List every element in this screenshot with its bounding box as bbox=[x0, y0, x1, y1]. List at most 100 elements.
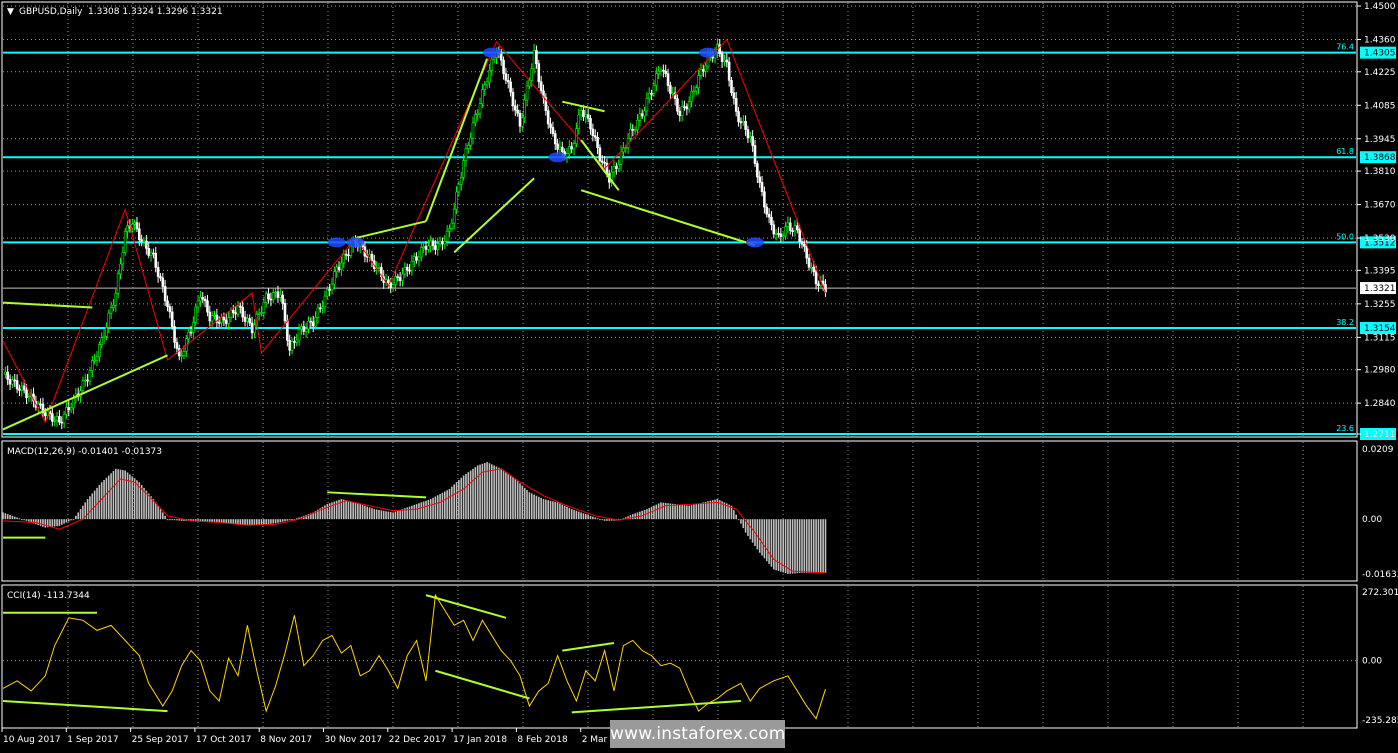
candle-body bbox=[217, 322, 221, 324]
candle-body bbox=[269, 298, 273, 301]
macd-histogram-bar bbox=[413, 504, 416, 520]
candle-body bbox=[523, 99, 527, 119]
candle-body bbox=[119, 263, 122, 275]
chart-canvas[interactable]: 76.41.430561.81.386850.01.351238.21.3154… bbox=[0, 0, 1398, 749]
macd-histogram-bar bbox=[434, 496, 437, 520]
macd-histogram-bar bbox=[35, 519, 37, 525]
candle-body bbox=[788, 222, 792, 231]
candle-body bbox=[302, 326, 306, 332]
candle-body bbox=[408, 269, 411, 272]
macd-histogram-bar bbox=[60, 519, 63, 525]
macd-histogram-bar bbox=[657, 503, 660, 520]
macd-histogram-bar bbox=[432, 497, 434, 520]
macd-histogram-bar bbox=[157, 505, 159, 520]
menu-triangle-icon[interactable]: ▼ bbox=[7, 7, 14, 17]
macd-histogram-bar bbox=[86, 499, 89, 520]
candle-body bbox=[243, 316, 247, 322]
candle-body bbox=[591, 128, 595, 136]
candle-body bbox=[337, 266, 341, 270]
candle-body bbox=[347, 254, 350, 257]
candle-body bbox=[112, 304, 115, 308]
candle-body bbox=[145, 240, 148, 249]
macd-histogram-bar bbox=[812, 519, 815, 573]
candle-body bbox=[652, 84, 656, 94]
macd-histogram-bar bbox=[152, 499, 155, 520]
chart-window[interactable]: 76.4 1.4305 61.8 1.3868 50.0 1.3512 38.2 1.3154… bbox=[0, 0, 1398, 749]
macd-histogram-bar bbox=[810, 519, 813, 573]
macd-histogram-bar bbox=[77, 512, 79, 520]
candle-body bbox=[250, 322, 254, 334]
candle-body bbox=[701, 69, 705, 72]
macd-histogram-bar bbox=[107, 475, 110, 520]
candle-body bbox=[271, 292, 275, 301]
macd-histogram-bar bbox=[512, 477, 514, 520]
macd-histogram-bar bbox=[594, 517, 596, 520]
candle-body bbox=[690, 91, 693, 102]
macd-histogram-bar bbox=[328, 503, 331, 520]
candle-body bbox=[462, 160, 465, 178]
macd-histogram-bar bbox=[660, 502, 662, 520]
x-tick-label: 1 Sep 2017 bbox=[67, 735, 118, 745]
macd-histogram-bar bbox=[364, 505, 366, 520]
candle-body bbox=[441, 241, 444, 245]
macd-histogram-bar bbox=[683, 505, 686, 520]
candle-body bbox=[502, 59, 505, 75]
macd-histogram-bar bbox=[765, 519, 768, 562]
level-touch-marker bbox=[548, 152, 567, 163]
candle-body bbox=[116, 273, 120, 294]
candle-body bbox=[412, 256, 416, 262]
macd-histogram-bar bbox=[122, 470, 124, 520]
candle-body bbox=[53, 420, 57, 422]
candle-body bbox=[20, 385, 24, 391]
candle-body bbox=[229, 310, 233, 319]
macd-histogram-bar bbox=[679, 504, 681, 520]
candle-body bbox=[100, 337, 103, 345]
fib-ratio-label: 50.0 bbox=[1336, 232, 1354, 241]
candle-body bbox=[318, 307, 322, 310]
macd-histogram-bar bbox=[9, 514, 11, 520]
candle-body bbox=[662, 69, 665, 72]
macd-histogram-bar bbox=[357, 503, 359, 520]
candle-body bbox=[328, 289, 331, 291]
macd-histogram-bar bbox=[420, 502, 423, 520]
candle-body bbox=[403, 266, 407, 275]
candle-body bbox=[774, 233, 778, 235]
cci-y-tick-label: 0.00 bbox=[1362, 657, 1382, 667]
candle-body bbox=[300, 326, 303, 330]
macd-histogram-bar bbox=[173, 519, 176, 521]
candle-body bbox=[779, 233, 783, 237]
candle-body bbox=[424, 246, 428, 250]
candle-body bbox=[166, 300, 169, 307]
candle-body bbox=[25, 389, 28, 399]
y-tick-label: 1.3810 bbox=[1364, 167, 1396, 177]
candle-body bbox=[370, 253, 374, 262]
macd-histogram-bar bbox=[248, 519, 251, 525]
candle-body bbox=[572, 143, 576, 150]
macd-histogram-bar bbox=[563, 505, 566, 520]
candle-body bbox=[791, 230, 794, 232]
macd-histogram-bar bbox=[263, 519, 265, 525]
candle-body bbox=[297, 328, 301, 341]
candle-body bbox=[490, 58, 494, 71]
y-tick-label: 1.3395 bbox=[1364, 266, 1396, 276]
candle-body bbox=[537, 63, 541, 83]
macd-histogram-bar bbox=[251, 519, 253, 525]
candle-body bbox=[612, 166, 616, 173]
candle-body bbox=[192, 321, 195, 333]
macd-histogram-bar bbox=[446, 490, 448, 520]
candle-body bbox=[154, 252, 158, 268]
macd-histogram-bar bbox=[206, 519, 209, 522]
candle-body bbox=[532, 50, 536, 70]
x-tick-label: 22 Dec 2017 bbox=[389, 735, 447, 745]
macd-histogram-bar bbox=[561, 504, 564, 520]
candle-body bbox=[405, 266, 409, 271]
candle-body bbox=[39, 403, 42, 406]
candle-body bbox=[748, 136, 752, 139]
candle-body bbox=[577, 114, 581, 130]
candle-body bbox=[511, 91, 515, 107]
candle-body bbox=[767, 213, 771, 218]
candle-body bbox=[283, 303, 287, 322]
candle-body bbox=[8, 379, 12, 385]
candle-body bbox=[504, 73, 508, 81]
candle-body bbox=[603, 161, 606, 164]
